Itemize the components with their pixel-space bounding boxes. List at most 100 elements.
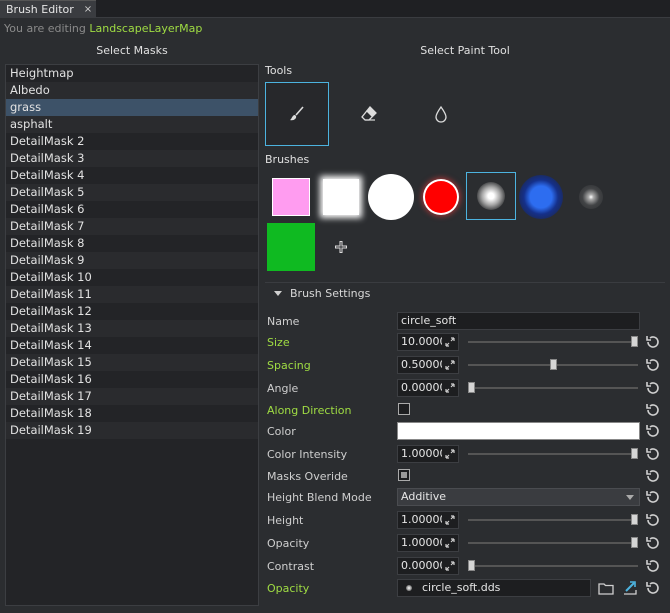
reset-icon[interactable] [645,357,661,373]
mask-item-detailmask-13[interactable]: DetailMask 13 [6,320,258,337]
mask-item-detailmask-16[interactable]: DetailMask 16 [6,371,258,388]
contrast-slider[interactable] [468,560,638,571]
opacity-texture-field[interactable]: circle_soft.dds [397,579,591,597]
contrast-field[interactable]: 0.00000 [397,557,459,575]
mask-item-detailmask-5[interactable]: DetailMask 5 [6,184,258,201]
brush-tool-button[interactable] [265,82,329,146]
mask-item-detailmask-6[interactable]: DetailMask 6 [6,201,258,218]
reset-icon[interactable] [645,558,661,574]
opacity-slider-thumb[interactable] [631,537,638,548]
row-angle: Angle 0.00000 [265,379,670,399]
mask-item-detailmask-7[interactable]: DetailMask 7 [6,218,258,235]
height-slider-thumb[interactable] [631,514,638,525]
brush-circle-soft-white[interactable] [466,172,516,220]
add-brush-button[interactable] [316,222,366,272]
folder-icon[interactable] [598,580,614,596]
opacity-slider[interactable] [468,537,638,548]
spacing-slider[interactable] [468,359,638,370]
mask-item-detailmask-10[interactable]: DetailMask 10 [6,269,258,286]
expand-arrows-icon[interactable] [442,512,458,528]
along-direction-checkbox[interactable] [398,403,410,415]
size-field[interactable]: 10.00000 [397,333,459,351]
mask-item-detailmask-2[interactable]: DetailMask 2 [6,133,258,150]
brush-hard-circle[interactable] [366,172,416,222]
mask-item-detailmask-14[interactable]: DetailMask 14 [6,337,258,354]
mask-item-detailmask-17[interactable]: DetailMask 17 [6,388,258,405]
expand-arrows-icon[interactable] [442,558,458,574]
mask-item-asphalt[interactable]: asphalt [6,116,258,133]
tab-brush-editor[interactable]: Brush Editor × [0,0,96,18]
brush-pink-square[interactable] [266,172,316,222]
height-blend-mode-select[interactable]: Additive [397,488,640,506]
reset-icon[interactable] [645,423,661,439]
brush-icon [290,106,304,121]
mask-item-detailmask-19[interactable]: DetailMask 19 [6,422,258,439]
contrast-slider-thumb[interactable] [468,560,475,571]
contrast-value: 0.00000 [401,559,447,572]
row-size: Size 10.00000 [265,333,670,353]
mask-list[interactable]: Heightmap Albedo grass asphalt DetailMas… [5,64,259,606]
color-label: Color [267,425,296,438]
brush-blue-glow-circle[interactable] [516,172,566,222]
expand-arrows-icon[interactable] [442,446,458,462]
name-field[interactable]: circle_soft [397,312,640,330]
color-intensity-field[interactable]: 1.00000 [397,445,459,463]
mask-item-detailmask-15[interactable]: DetailMask 15 [6,354,258,371]
drop-tool-button[interactable] [409,82,473,146]
mask-item-detailmask-3[interactable]: DetailMask 3 [6,150,258,167]
brush-faint-soft-circle[interactable] [566,172,616,222]
masks-override-label: Masks Overide [267,470,348,483]
color-swatch[interactable] [397,422,640,440]
mask-item-detailmask-11[interactable]: DetailMask 11 [6,286,258,303]
along-direction-label: Along Direction [267,404,352,417]
reset-icon[interactable] [645,446,661,462]
color-intensity-slider-thumb[interactable] [631,448,638,459]
angle-field[interactable]: 0.00000 [397,379,459,397]
editing-asset-link[interactable]: LandscapeLayerMap [89,22,202,35]
collapse-triangle-icon [274,291,282,296]
mask-item-albedo[interactable]: Albedo [6,82,258,99]
angle-slider-thumb[interactable] [468,382,475,393]
size-slider[interactable] [468,336,638,347]
reset-icon[interactable] [645,402,661,418]
height-field[interactable]: 1.00000 [397,511,459,529]
reset-icon[interactable] [645,468,661,484]
brush-settings-header[interactable]: Brush Settings [265,282,665,304]
brush-red-circle[interactable] [416,172,466,222]
reset-icon[interactable] [645,334,661,350]
mask-item-detailmask-8[interactable]: DetailMask 8 [6,235,258,252]
mask-item-detailmask-12[interactable]: DetailMask 12 [6,303,258,320]
opacity-field[interactable]: 1.00000 [397,534,459,552]
opacity-value: 1.00000 [401,536,447,549]
eraser-tool-button[interactable] [337,82,401,146]
brush-soft-square[interactable] [316,172,366,222]
mask-item-grass[interactable]: grass [6,99,258,116]
color-intensity-slider[interactable] [468,448,638,459]
tab-bar: Brush Editor × [0,0,670,18]
spacing-field[interactable]: 0.50000 [397,356,459,374]
mask-item-detailmask-4[interactable]: DetailMask 4 [6,167,258,184]
masks-override-checkbox[interactable] [398,469,410,481]
height-blend-mode-value: Additive [401,490,446,503]
mask-item-detailmask-9[interactable]: DetailMask 9 [6,252,258,269]
reset-icon[interactable] [645,380,661,396]
reset-icon[interactable] [645,535,661,551]
height-slider[interactable] [468,514,638,525]
expand-arrows-icon[interactable] [442,334,458,350]
brush-green-square[interactable] [266,222,316,272]
spacing-slider-thumb[interactable] [550,359,557,370]
mask-item-detailmask-18[interactable]: DetailMask 18 [6,405,258,422]
reset-icon[interactable] [645,580,661,596]
expand-arrows-icon[interactable] [442,535,458,551]
angle-slider[interactable] [468,382,638,393]
close-icon[interactable]: × [82,3,94,16]
row-contrast: Contrast 0.00000 [265,557,670,577]
reset-icon[interactable] [645,489,661,505]
reset-icon[interactable] [645,512,661,528]
mask-item-heightmap[interactable]: Heightmap [6,65,258,82]
eraser-icon [361,106,377,121]
expand-arrows-icon[interactable] [442,380,458,396]
size-slider-thumb[interactable] [631,336,638,347]
expand-arrows-icon[interactable] [442,357,458,373]
locate-asset-icon[interactable] [622,580,638,596]
